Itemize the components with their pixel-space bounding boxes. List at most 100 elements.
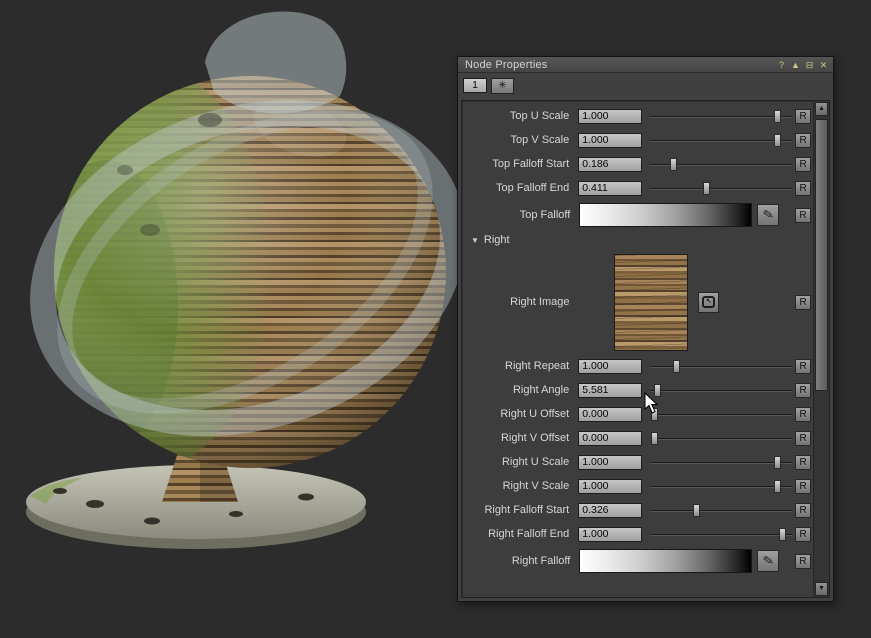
- slider-handle[interactable]: [774, 480, 781, 493]
- slider-track: [650, 534, 792, 536]
- param-slider[interactable]: [650, 478, 792, 495]
- param-label: Top Falloff Start: [464, 158, 574, 170]
- slider-track: [650, 486, 792, 488]
- section-label: Right: [484, 234, 510, 246]
- reset-button[interactable]: R: [795, 479, 811, 494]
- param-slider[interactable]: [650, 132, 792, 149]
- param-label: Top U Scale: [464, 110, 574, 122]
- material-preview-viewport: [0, 0, 460, 638]
- param-slider[interactable]: [650, 526, 792, 543]
- param-label: Right U Offset: [464, 408, 574, 420]
- slider-handle[interactable]: [774, 456, 781, 469]
- reset-button[interactable]: R: [795, 383, 811, 398]
- param-label: Right Falloff: [464, 555, 575, 567]
- reset-button[interactable]: R: [795, 133, 811, 148]
- param-row-right-v-offset: Right V Offset R: [464, 426, 811, 450]
- right-falloff-row: Right Falloff ✎ R: [464, 546, 811, 576]
- close-icon[interactable]: ✕: [817, 59, 830, 71]
- param-label: Top Falloff End: [464, 182, 574, 194]
- slider-track: [650, 188, 792, 190]
- param-slider[interactable]: [650, 406, 792, 423]
- param-row-top-u-scale: Top U Scale R: [464, 104, 811, 128]
- rollup-icon[interactable]: ▲: [789, 59, 802, 71]
- param-row-right-u-scale: Right U Scale R: [464, 450, 811, 474]
- param-slider[interactable]: [650, 430, 792, 447]
- scroll-down-icon[interactable]: ▼: [815, 582, 828, 596]
- gradient-edit-button[interactable]: ✎: [757, 204, 779, 226]
- param-row-right-v-scale: Right V Scale R: [464, 474, 811, 498]
- right-falloff-gradient[interactable]: [579, 549, 752, 573]
- param-value-input[interactable]: [578, 181, 642, 196]
- node-index-field[interactable]: [463, 78, 487, 93]
- reset-button[interactable]: R: [795, 359, 811, 374]
- param-value-input[interactable]: [578, 431, 642, 446]
- help-icon[interactable]: ?: [775, 59, 788, 71]
- slider-track: [650, 438, 792, 440]
- param-value-input[interactable]: [578, 455, 642, 470]
- param-row-top-v-scale: Top V Scale R: [464, 128, 811, 152]
- slider-track: [650, 116, 792, 118]
- param-slider[interactable]: [650, 156, 792, 173]
- top-falloff-gradient[interactable]: [579, 203, 752, 227]
- reset-button[interactable]: R: [795, 157, 811, 172]
- scrollbar-thumb[interactable]: [815, 119, 828, 391]
- slider-handle[interactable]: [651, 432, 658, 445]
- slider-track: [650, 510, 792, 512]
- param-label: Right Falloff Start: [464, 504, 574, 516]
- slider-handle[interactable]: [703, 182, 710, 195]
- slider-track: [650, 140, 792, 142]
- param-slider[interactable]: [650, 108, 792, 125]
- envelope-edit-icon: ✎: [761, 552, 775, 570]
- reset-button[interactable]: R: [795, 503, 811, 518]
- vertical-scrollbar[interactable]: ▲ ▼: [813, 101, 829, 597]
- reset-button[interactable]: R: [795, 431, 811, 446]
- reset-button[interactable]: R: [795, 455, 811, 470]
- properties-scroll-area: Top U Scale R Top V Scale R: [461, 100, 830, 598]
- param-value-input[interactable]: [578, 109, 642, 124]
- param-slider[interactable]: [650, 180, 792, 197]
- reset-button[interactable]: R: [795, 527, 811, 542]
- gradient-edit-button[interactable]: ✎: [757, 550, 779, 572]
- param-slider[interactable]: [650, 358, 792, 375]
- node-properties-panel: Node Properties ? ▲ ⊟ ✕ ✳ Top U Scale R: [457, 56, 834, 602]
- param-label: Right Falloff End: [464, 528, 574, 540]
- right-image-thumbnail[interactable]: [614, 254, 688, 351]
- param-value-input[interactable]: [578, 503, 642, 518]
- reset-button[interactable]: R: [795, 181, 811, 196]
- slider-handle[interactable]: [654, 384, 661, 397]
- param-value-input[interactable]: [578, 383, 642, 398]
- slider-handle[interactable]: [673, 360, 680, 373]
- param-label: Right U Scale: [464, 456, 574, 468]
- slider-handle[interactable]: [774, 134, 781, 147]
- minimize-icon[interactable]: ⊟: [803, 59, 816, 71]
- slider-handle[interactable]: [693, 504, 700, 517]
- param-row-right-falloff-end: Right Falloff End R: [464, 522, 811, 546]
- reset-button[interactable]: R: [795, 554, 811, 569]
- slider-handle[interactable]: [670, 158, 677, 171]
- reset-button[interactable]: R: [795, 295, 811, 310]
- param-slider[interactable]: [650, 454, 792, 471]
- load-image-button[interactable]: ↖: [698, 292, 719, 313]
- reset-button[interactable]: R: [795, 109, 811, 124]
- reset-button[interactable]: R: [795, 208, 811, 223]
- param-slider[interactable]: [650, 382, 792, 399]
- section-header-right[interactable]: ▼ Right: [464, 230, 811, 250]
- panel-titlebar[interactable]: Node Properties ? ▲ ⊟ ✕: [458, 57, 833, 73]
- slider-handle[interactable]: [779, 528, 786, 541]
- param-value-input[interactable]: [578, 407, 642, 422]
- slider-track: [650, 414, 792, 416]
- scroll-up-icon[interactable]: ▲: [815, 102, 828, 116]
- param-value-input[interactable]: [578, 133, 642, 148]
- numeric-edit-icon: ✳: [498, 80, 506, 91]
- param-row-right-falloff-start: Right Falloff Start R: [464, 498, 811, 522]
- param-value-input[interactable]: [578, 527, 642, 542]
- param-slider[interactable]: [650, 502, 792, 519]
- numeric-edit-button[interactable]: ✳: [491, 78, 514, 94]
- param-value-input[interactable]: [578, 479, 642, 494]
- param-value-input[interactable]: [578, 157, 642, 172]
- reset-button[interactable]: R: [795, 407, 811, 422]
- slider-handle[interactable]: [651, 408, 658, 421]
- param-value-input[interactable]: [578, 359, 642, 374]
- slider-handle[interactable]: [774, 110, 781, 123]
- param-row-right-repeat: Right Repeat R: [464, 354, 811, 378]
